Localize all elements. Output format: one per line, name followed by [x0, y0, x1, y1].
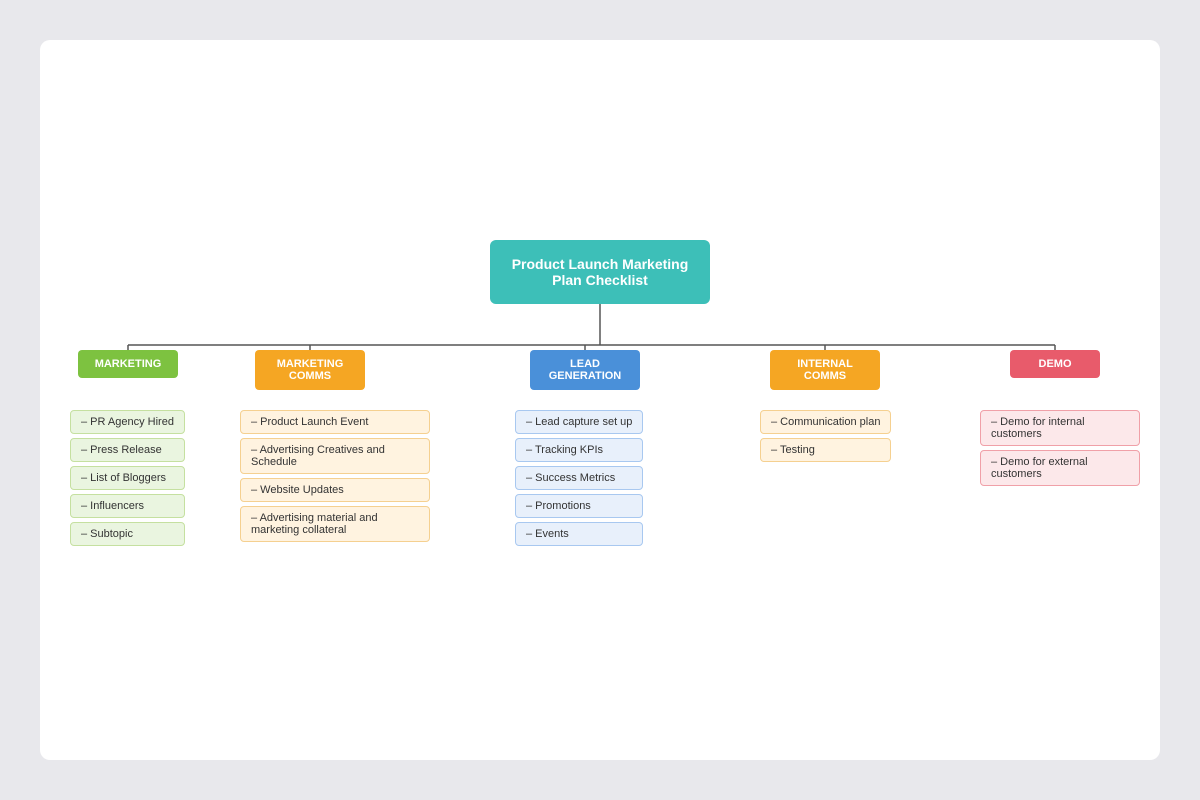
list-item: – Website Updates: [240, 478, 430, 502]
list-item: – Testing: [760, 438, 891, 462]
list-item: – Communication plan: [760, 410, 891, 434]
list-item: – Product Launch Event: [240, 410, 430, 434]
internal-comms-items: – Communication plan – Testing: [760, 410, 891, 462]
list-item: – Subtopic: [70, 522, 185, 546]
category-marketing-comms: MARKETING COMMS: [255, 350, 365, 390]
root-title: Product Launch Marketing Plan Checklist: [512, 256, 689, 288]
list-item: – Advertising material and marketing col…: [240, 506, 430, 542]
list-item: – Events: [515, 522, 643, 546]
connector-lines: [40, 40, 1160, 760]
category-marketing: MARKETING: [78, 350, 178, 378]
list-item: – Influencers: [70, 494, 185, 518]
root-node: Product Launch Marketing Plan Checklist: [490, 240, 710, 304]
canvas: Product Launch Marketing Plan Checklist …: [40, 40, 1160, 760]
list-item: – Success Metrics: [515, 466, 643, 490]
lead-generation-items: – Lead capture set up – Tracking KPIs – …: [515, 410, 643, 546]
list-item: – Promotions: [515, 494, 643, 518]
demo-items: – Demo for internal customers – Demo for…: [980, 410, 1140, 486]
marketing-items: – PR Agency Hired – Press Release – List…: [70, 410, 185, 546]
category-demo: DEMO: [1010, 350, 1100, 378]
list-item: – List of Bloggers: [70, 466, 185, 490]
list-item: – Advertising Creatives and Schedule: [240, 438, 430, 474]
list-item: – Tracking KPIs: [515, 438, 643, 462]
category-internal-comms: INTERNAL COMMS: [770, 350, 880, 390]
list-item: – Demo for internal customers: [980, 410, 1140, 446]
list-item: – PR Agency Hired: [70, 410, 185, 434]
category-lead-generation: LEAD GENERATION: [530, 350, 640, 390]
list-item: – Lead capture set up: [515, 410, 643, 434]
marketing-comms-items: – Product Launch Event – Advertising Cre…: [240, 410, 430, 542]
list-item: – Demo for external customers: [980, 450, 1140, 486]
list-item: – Press Release: [70, 438, 185, 462]
